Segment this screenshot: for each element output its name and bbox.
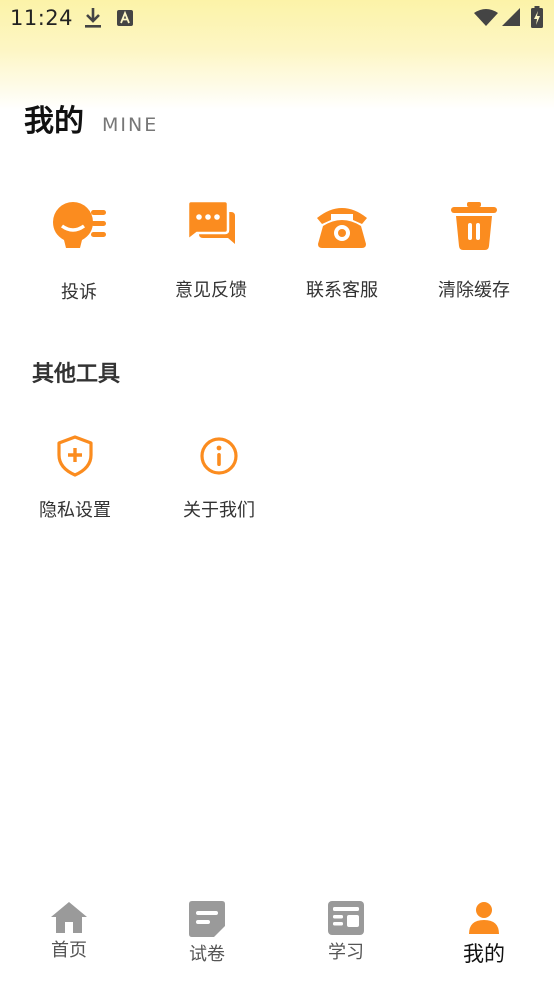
- phone-icon: [277, 200, 407, 256]
- nav-item-paper[interactable]: 试卷: [138, 900, 276, 966]
- clear-cache-label: 清除缓存: [438, 280, 510, 301]
- contact-service-label: 联系客服: [306, 280, 378, 301]
- complaint-button[interactable]: 投诉: [14, 200, 144, 304]
- info-icon: [154, 434, 284, 482]
- nav-label-mine: 我的: [463, 942, 505, 966]
- page-title: 我的: [24, 104, 84, 139]
- trash-icon: [409, 200, 539, 256]
- status-bar: 11:24: [0, 0, 554, 38]
- nav-item-mine[interactable]: 我的: [415, 900, 553, 968]
- privacy-settings-label: 隐私设置: [39, 500, 111, 521]
- feedback-icon: [146, 199, 276, 256]
- status-time: 11:24: [10, 6, 74, 30]
- wifi-icon: [474, 9, 498, 31]
- nav-item-study[interactable]: 学习: [277, 900, 415, 964]
- feedback-label: 意见反馈: [175, 280, 247, 301]
- download-icon: [82, 6, 104, 34]
- study-icon: [277, 900, 415, 936]
- nav-item-home[interactable]: 首页: [0, 900, 138, 962]
- about-us-button[interactable]: 关于我们: [154, 434, 284, 522]
- battery-charging-icon: [531, 6, 543, 32]
- person-icon: [415, 900, 553, 936]
- clear-cache-button[interactable]: 清除缓存: [409, 200, 539, 302]
- nav-label-study: 学习: [328, 942, 364, 963]
- page-subtitle: MINE: [102, 114, 159, 136]
- a-notification-icon: [116, 9, 134, 31]
- nav-label-paper: 试卷: [189, 944, 225, 965]
- home-icon: [0, 900, 138, 934]
- nav-label-home: 首页: [51, 940, 87, 961]
- contact-service-button[interactable]: 联系客服: [277, 200, 407, 302]
- feedback-button[interactable]: 意见反馈: [146, 199, 276, 302]
- complaint-icon: [14, 200, 144, 256]
- signal-icon: [502, 8, 520, 30]
- complaint-label: 投诉: [61, 282, 97, 303]
- privacy-settings-button[interactable]: 隐私设置: [10, 434, 140, 522]
- shield-plus-icon: [10, 434, 140, 482]
- paper-icon: [138, 900, 276, 938]
- bottom-nav: 首页 试卷 学习 我的: [0, 890, 554, 984]
- section-title-other-tools: 其他工具: [32, 362, 121, 387]
- about-us-label: 关于我们: [183, 500, 255, 521]
